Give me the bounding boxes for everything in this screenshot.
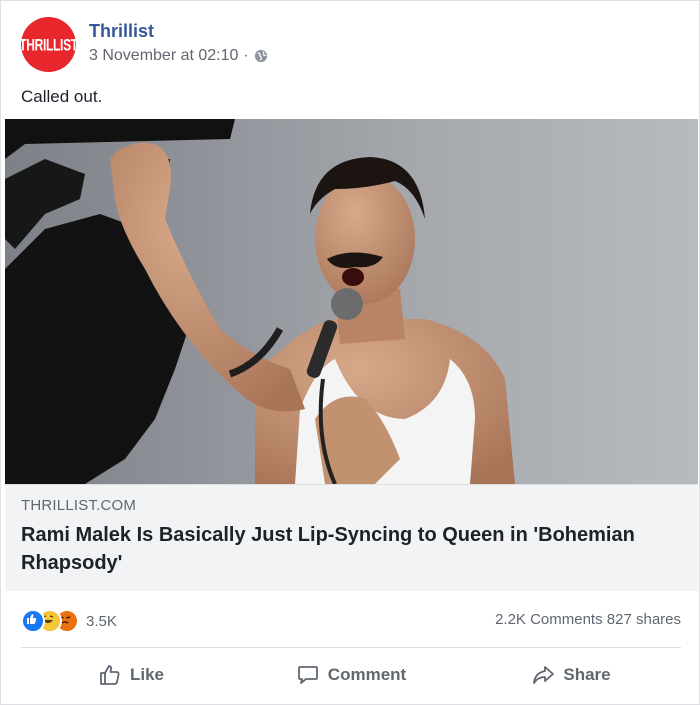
- globe-icon[interactable]: [254, 49, 268, 63]
- post-stats: 3.5K 2.2K Comments 827 shares: [21, 605, 681, 635]
- engagement-counts: 2.2K Comments 827 shares: [495, 611, 681, 628]
- comment-bubble-icon: [297, 666, 318, 684]
- link-headline[interactable]: Rami Malek Is Basically Just Lip-Syncing…: [21, 521, 661, 577]
- link-preview-card[interactable]: THRILLIST.COM Rami Malek Is Basically Ju…: [5, 119, 698, 591]
- comments-count[interactable]: 2.2K Comments: [495, 611, 603, 628]
- link-info[interactable]: THRILLIST.COM Rami Malek Is Basically Ju…: [5, 484, 698, 591]
- share-label: Share: [563, 665, 611, 684]
- thumbs-up-icon: [100, 665, 120, 685]
- post-timestamp[interactable]: 3 November at 02:10: [89, 47, 238, 65]
- post-meta: 3 November at 02:10 ·: [89, 47, 268, 65]
- link-preview-image[interactable]: [5, 119, 698, 484]
- share-button[interactable]: Share: [461, 653, 681, 697]
- shares-count[interactable]: 827 shares: [607, 611, 681, 628]
- like-button[interactable]: Like: [21, 653, 241, 697]
- avatar-logo-text: THRILLIST: [19, 35, 78, 54]
- page-avatar[interactable]: THRILLIST: [19, 17, 78, 72]
- like-icon: [21, 609, 45, 633]
- comment-label: Comment: [327, 665, 407, 684]
- reaction-count[interactable]: 3.5K: [86, 613, 117, 630]
- share-arrow-icon: [533, 666, 555, 684]
- meta-separator: ·: [243, 47, 249, 64]
- facebook-post: THRILLIST Thrillist 3 November at 02:10 …: [0, 0, 700, 705]
- page-name-link[interactable]: Thrillist: [89, 21, 154, 42]
- like-label: Like: [129, 665, 165, 684]
- post-message: Called out.: [21, 87, 103, 106]
- post-actions: Like Comment Share: [21, 653, 681, 697]
- concert-photo: [5, 119, 698, 484]
- reactions-summary[interactable]: 3.5K: [21, 609, 117, 633]
- link-domain: THRILLIST.COM: [21, 497, 137, 514]
- comment-button[interactable]: Comment: [241, 653, 461, 697]
- action-divider: [21, 647, 681, 648]
